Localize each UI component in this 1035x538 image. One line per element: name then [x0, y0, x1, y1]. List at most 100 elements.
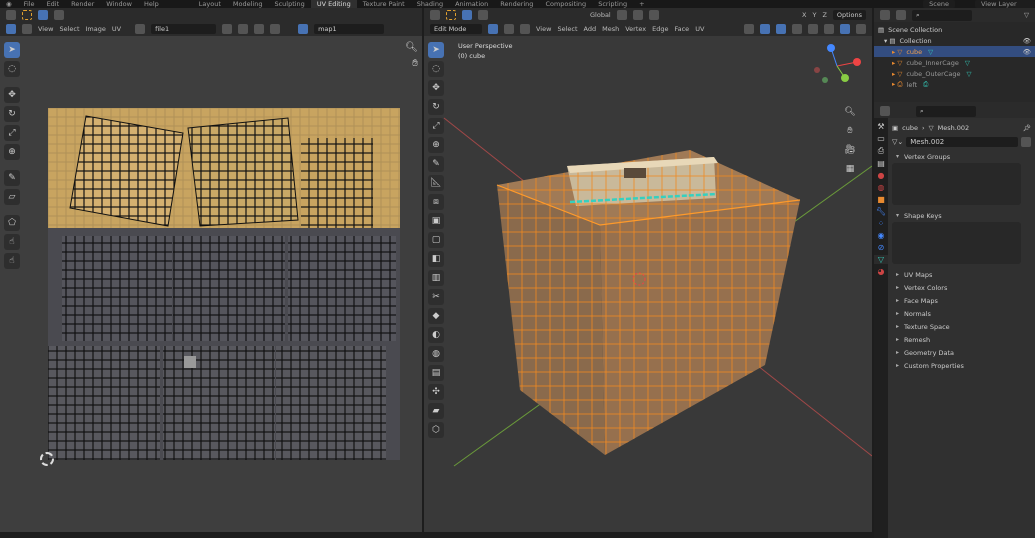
transform-tool[interactable]: ⊕	[4, 144, 20, 160]
vp-menu-add[interactable]: Add	[584, 25, 597, 33]
menu-window[interactable]: Window	[100, 0, 138, 8]
vp-rotate-tool[interactable]: ↻	[428, 99, 444, 115]
viewport-select-tool-icon[interactable]	[446, 10, 456, 20]
render-tab-icon[interactable]: ▭	[877, 134, 885, 143]
mode-dropdown[interactable]: Edit Mode	[430, 24, 482, 34]
tab-shading[interactable]: Shading	[411, 0, 449, 8]
editor-type-icon[interactable]	[6, 10, 16, 20]
shear-tool[interactable]: ▰	[428, 403, 444, 419]
outliner-item-left[interactable]: ▸ ⎙ left ⎙	[874, 79, 1035, 90]
menu-render[interactable]: Render	[65, 0, 100, 8]
select-mode-extend-icon[interactable]	[54, 10, 64, 20]
outliner-item-cube[interactable]: ▸ ▽ cube ▽ 👁︎	[874, 46, 1035, 57]
poly-build-tool[interactable]: ◆	[428, 308, 444, 324]
ortho-toggle-icon[interactable]: ▦	[842, 161, 858, 177]
shape-keys-list[interactable]	[892, 222, 1021, 264]
mesh-browse-icon[interactable]: ▽⌄	[892, 138, 903, 146]
panel-vertex-groups[interactable]: Vertex Groups	[888, 150, 1035, 163]
panel-texture-space[interactable]: Texture Space	[888, 320, 1035, 333]
viewport-select-extend-icon[interactable]	[478, 10, 488, 20]
data-tab-icon[interactable]: ▽	[874, 255, 888, 264]
tab-texture-paint[interactable]: Texture Paint	[357, 0, 411, 8]
uv-select-mode-icon[interactable]	[22, 24, 32, 34]
visibility-eye-icon[interactable]: 👁︎	[1023, 48, 1031, 56]
vp-menu-face[interactable]: Face	[674, 25, 689, 33]
output-tab-icon[interactable]: ⎙	[878, 146, 884, 156]
panel-face-maps[interactable]: Face Maps	[888, 294, 1035, 307]
modifier-tab-icon[interactable]: 🔧︎	[876, 207, 886, 216]
snap-icon[interactable]	[632, 10, 643, 20]
grab-tool[interactable]: ▱	[4, 189, 20, 205]
panel-vertex-colors[interactable]: Vertex Colors	[888, 281, 1035, 294]
tab-animation[interactable]: Animation	[449, 0, 494, 8]
add-cube-tool[interactable]: ⧈	[428, 194, 444, 210]
panel-shape-keys[interactable]: Shape Keys	[888, 209, 1035, 222]
mirror-y[interactable]: Y	[812, 11, 816, 19]
options-dropdown[interactable]: Options	[832, 10, 866, 20]
particles-tab-icon[interactable]: ⁘	[878, 219, 885, 228]
camera-view-icon[interactable]: 🎥︎	[842, 142, 858, 158]
vp-move-tool[interactable]: ✥	[428, 80, 444, 96]
outliner-search[interactable]: ⌕	[912, 9, 972, 21]
proportional-edit-icon[interactable]	[648, 10, 659, 20]
tab-uv-editing[interactable]: UV Editing	[310, 0, 357, 8]
image-browse-icon[interactable]	[135, 24, 146, 34]
relax-tool[interactable]: ☝	[4, 234, 20, 250]
fake-user-icon[interactable]	[222, 24, 233, 34]
vp-menu-edge[interactable]: Edge	[652, 25, 668, 33]
vertex-groups-list[interactable]	[892, 163, 1021, 205]
vp-menu-mesh[interactable]: Mesh	[602, 25, 619, 33]
move-tool[interactable]: ✥	[4, 87, 20, 103]
shrink-fatten-tool[interactable]: ✣	[428, 384, 444, 400]
tab-compositing[interactable]: Compositing	[539, 0, 592, 8]
outliner-collection[interactable]: ▾ ▤ Collection 👁︎	[874, 35, 1035, 46]
material-shading-icon[interactable]	[840, 24, 850, 34]
knife-tool[interactable]: ✂	[428, 289, 444, 305]
outliner-item-innercage[interactable]: ▸ ▽ cube_InnerCage ▽	[874, 57, 1035, 68]
properties-type-icon[interactable]	[880, 106, 890, 116]
tool-tab-icon[interactable]: ⚒	[877, 122, 884, 131]
vp-menu-select[interactable]: Select	[557, 25, 577, 33]
2d-cursor-icon[interactable]	[40, 452, 54, 466]
unlink-image-icon[interactable]	[270, 24, 281, 34]
loop-cut-tool[interactable]: ▥	[428, 270, 444, 286]
filter-icon[interactable]: ▽	[1024, 11, 1029, 19]
menu-edit[interactable]: Edit	[41, 0, 66, 8]
uv-menu-uv[interactable]: UV	[112, 25, 121, 33]
outliner-scene-collection[interactable]: ▤ Scene Collection	[874, 24, 1035, 35]
panel-uv-maps[interactable]: UV Maps	[888, 268, 1035, 281]
wireframe-shading-icon[interactable]	[808, 24, 818, 34]
zoom-icon[interactable]: 🔍︎	[405, 42, 418, 53]
scene-field[interactable]: Scene	[923, 0, 955, 8]
open-image-icon[interactable]	[254, 24, 265, 34]
uv-menu-image[interactable]: Image	[86, 25, 106, 33]
pivot-icon[interactable]	[616, 10, 627, 20]
vp-zoom-icon[interactable]: 🔍︎	[842, 104, 858, 120]
add-workspace-button[interactable]: +	[633, 0, 650, 8]
select-mode-new-icon[interactable]	[38, 10, 48, 20]
vp-annotate-tool[interactable]: ✎	[428, 156, 444, 172]
viewport-editor-type-icon[interactable]	[430, 10, 440, 20]
tab-sculpting[interactable]: Sculpting	[268, 0, 310, 8]
material-tab-icon[interactable]: ◕	[878, 267, 885, 276]
vp-menu-view[interactable]: View	[536, 25, 551, 33]
rotate-tool[interactable]: ↻	[4, 106, 20, 122]
scale-tool[interactable]: ⤢	[4, 125, 20, 141]
tab-layout[interactable]: Layout	[193, 0, 227, 8]
pinch-tool[interactable]: ⬠	[4, 215, 20, 231]
xray-icon[interactable]	[792, 24, 802, 34]
vp-measure-tool[interactable]: 📐︎	[428, 175, 444, 191]
uv-editor-canvas[interactable]: ➤ ◌ ✥ ↻ ⤢ ⊕ ✎ ▱ ⬠ ☝ ☝ 🔍︎ ✋︎	[0, 36, 422, 532]
uv-menu-view[interactable]: View	[38, 25, 53, 33]
orientation-dropdown[interactable]: Global	[590, 11, 611, 19]
menu-help[interactable]: Help	[138, 0, 165, 8]
new-image-icon[interactable]	[238, 24, 249, 34]
uv-sync-icon[interactable]	[6, 24, 16, 34]
uv-map-field[interactable]: map1	[314, 24, 385, 34]
mesh-name-field[interactable]: Mesh.002	[906, 137, 1018, 147]
vp-menu-uv[interactable]: UV	[695, 25, 704, 33]
select-tool[interactable]: ➤	[4, 42, 20, 58]
select-tool-icon[interactable]	[22, 10, 32, 20]
navigation-gizmo[interactable]	[809, 44, 869, 94]
world-tab-icon[interactable]: ◍	[878, 183, 885, 192]
